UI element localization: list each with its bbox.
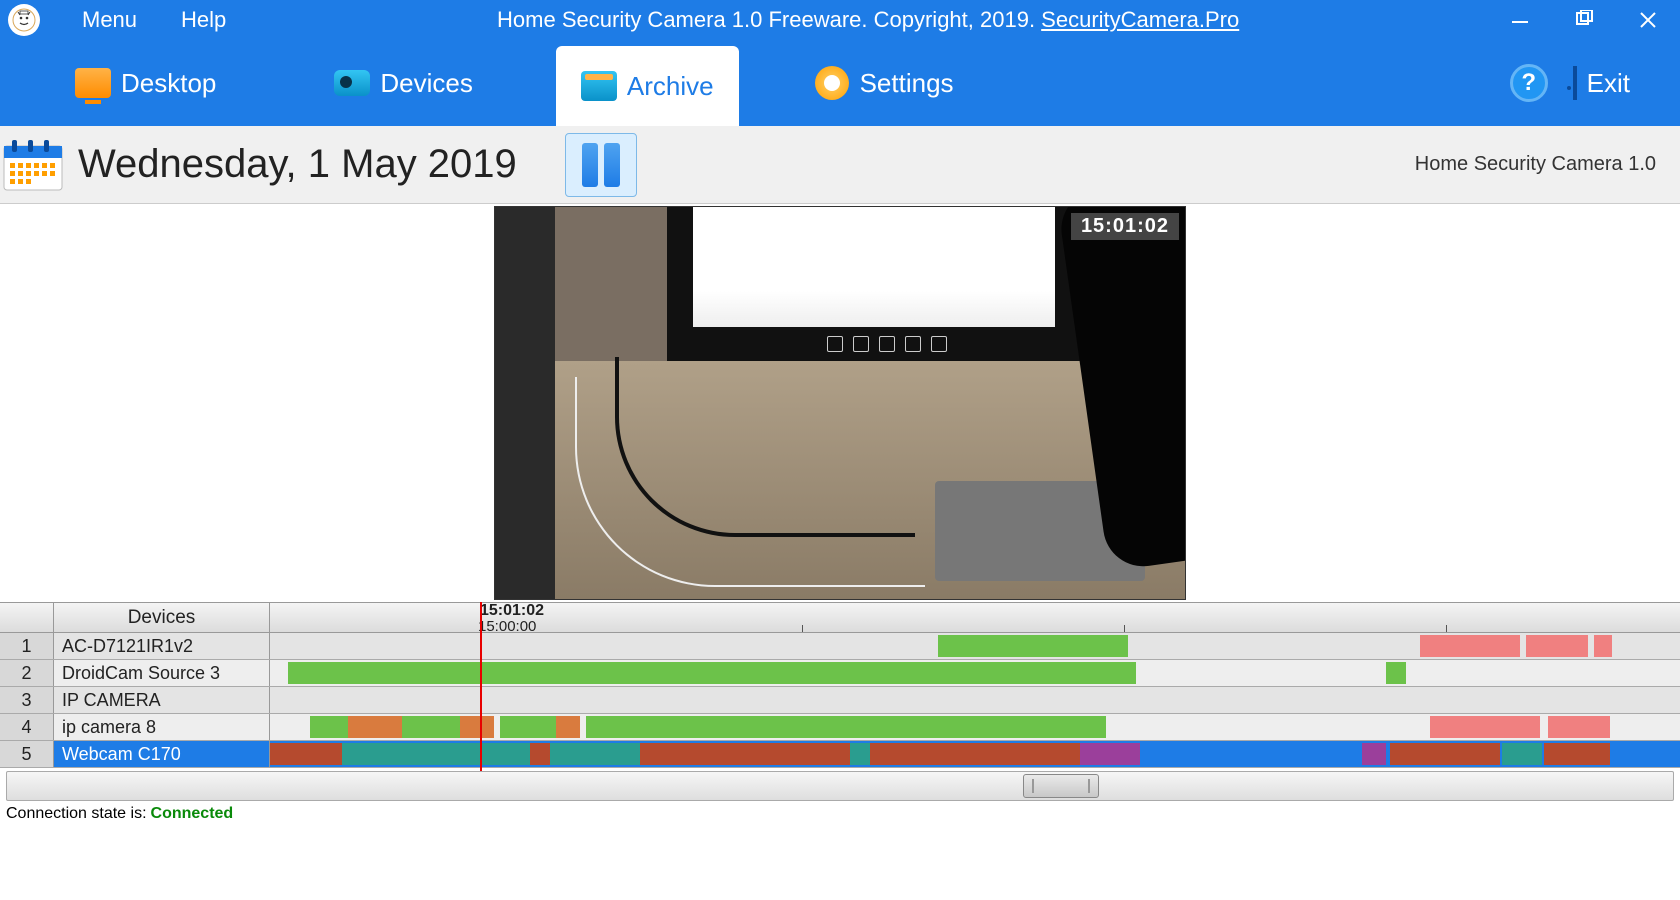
pause-button[interactable] <box>565 133 637 197</box>
video-time-overlay: 15:01:02 <box>1071 213 1179 240</box>
row-index: 5 <box>0 741 54 767</box>
calendar-icon[interactable] <box>0 136 66 194</box>
maximize-button[interactable] <box>1572 8 1596 32</box>
connection-state: Connected <box>151 805 234 823</box>
help-menu-button[interactable]: Help <box>159 7 248 33</box>
tab-desktop-label: Desktop <box>121 68 216 99</box>
title-prefix: Home Security Camera 1.0 Freeware. Copyr… <box>497 7 1041 32</box>
devices-column-header: Devices <box>54 603 270 632</box>
app-name-label: Home Security Camera 1.0 <box>1415 153 1656 176</box>
connection-label: Connection state is: <box>6 805 147 823</box>
row-index: 4 <box>0 714 54 740</box>
status-bar: Connection state is: Connected <box>0 803 1680 825</box>
tab-desktop[interactable]: Desktop <box>50 40 241 126</box>
window-title: Home Security Camera 1.0 Freeware. Copyr… <box>248 7 1488 33</box>
device-name: Webcam C170 <box>54 741 270 767</box>
desktop-icon <box>75 65 111 101</box>
pause-icon <box>582 143 620 187</box>
tab-archive[interactable]: Archive <box>556 46 739 126</box>
title-bar: Menu Help Home Security Camera 1.0 Freew… <box>0 0 1680 40</box>
playhead-line[interactable] <box>480 602 482 771</box>
scrollbar-thumb[interactable] <box>1023 774 1099 798</box>
gear-icon <box>814 65 850 101</box>
minimize-button[interactable] <box>1508 8 1532 32</box>
window-controls <box>1508 8 1660 32</box>
timeline-row[interactable]: 2 DroidCam Source 3 <box>0 660 1680 687</box>
close-button[interactable] <box>1636 8 1660 32</box>
timeline-panel: Devices 15:01:02 15:00:00 1 AC-D7121IR1v… <box>0 602 1680 768</box>
tab-archive-label: Archive <box>627 71 714 102</box>
timeline-row[interactable]: 4 ip camera 8 <box>0 714 1680 741</box>
tab-devices[interactable]: Devices <box>309 40 497 126</box>
tab-settings-label: Settings <box>860 68 954 99</box>
camera-icon <box>334 65 370 101</box>
video-frame[interactable]: 15:01:02 <box>494 206 1186 600</box>
menu-button[interactable]: Menu <box>60 7 159 33</box>
help-button[interactable]: ? <box>1510 64 1548 102</box>
device-name: DroidCam Source 3 <box>54 660 270 686</box>
timeline-row-selected[interactable]: 5 Webcam C170 <box>0 741 1680 768</box>
timeline-row[interactable]: 1 AC-D7121IR1v2 <box>0 633 1680 660</box>
row-index: 1 <box>0 633 54 659</box>
device-name: AC-D7121IR1v2 <box>54 633 270 659</box>
title-link[interactable]: SecurityCamera.Pro <box>1041 7 1239 32</box>
timeline-scrollbar[interactable] <box>6 771 1674 801</box>
app-logo-icon <box>8 4 40 36</box>
archive-date: Wednesday, 1 May 2019 <box>78 142 517 187</box>
exit-label: Exit <box>1587 68 1630 99</box>
exit-button[interactable]: Exit <box>1573 68 1630 99</box>
timeline-header: Devices 15:01:02 15:00:00 <box>0 603 1680 633</box>
row-index: 2 <box>0 660 54 686</box>
archive-icon <box>581 68 617 104</box>
row-index: 3 <box>0 687 54 713</box>
tab-devices-label: Devices <box>380 68 472 99</box>
video-viewport: 15:01:02 <box>0 204 1680 602</box>
date-toolbar: Wednesday, 1 May 2019 Home Security Came… <box>0 126 1680 204</box>
tab-settings[interactable]: Settings <box>789 40 979 126</box>
timeline-row[interactable]: 3 IP CAMERA <box>0 687 1680 714</box>
device-name: ip camera 8 <box>54 714 270 740</box>
device-name: IP CAMERA <box>54 687 270 713</box>
main-tab-bar: Desktop Devices Archive Settings ? Exit <box>0 40 1680 126</box>
door-icon <box>1573 68 1577 99</box>
